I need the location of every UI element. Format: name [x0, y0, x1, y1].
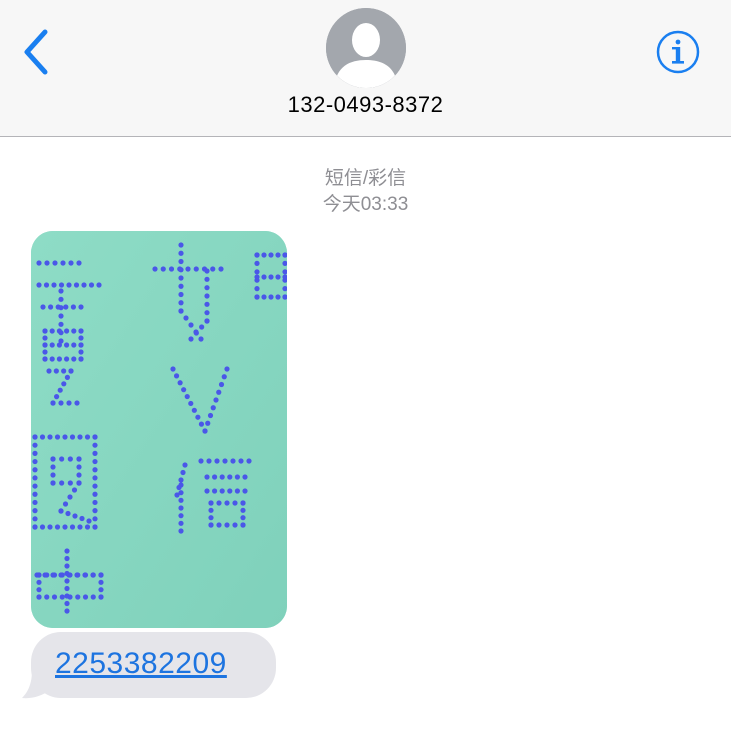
mms-photo	[31, 231, 287, 628]
message-timestamp: 今天03:33	[322, 194, 409, 215]
person-silhouette-icon	[326, 8, 406, 88]
contact-avatar[interactable]	[326, 8, 406, 88]
message-link-number[interactable]: 2253382209	[55, 645, 227, 683]
conversation-header: 132-0493-8372	[0, 0, 731, 137]
messages-screen: 132-0493-8372 短信/彩信 今天03:33 2253382209	[0, 0, 731, 751]
chevron-left-icon	[24, 29, 48, 75]
mms-image-attachment[interactable]	[31, 231, 287, 628]
contact-title[interactable]: 132-0493-8372	[0, 92, 731, 118]
back-button[interactable]	[14, 24, 60, 80]
info-button[interactable]	[655, 29, 701, 75]
service-label: 短信/彩信	[324, 168, 407, 189]
info-circle-icon	[656, 30, 700, 74]
